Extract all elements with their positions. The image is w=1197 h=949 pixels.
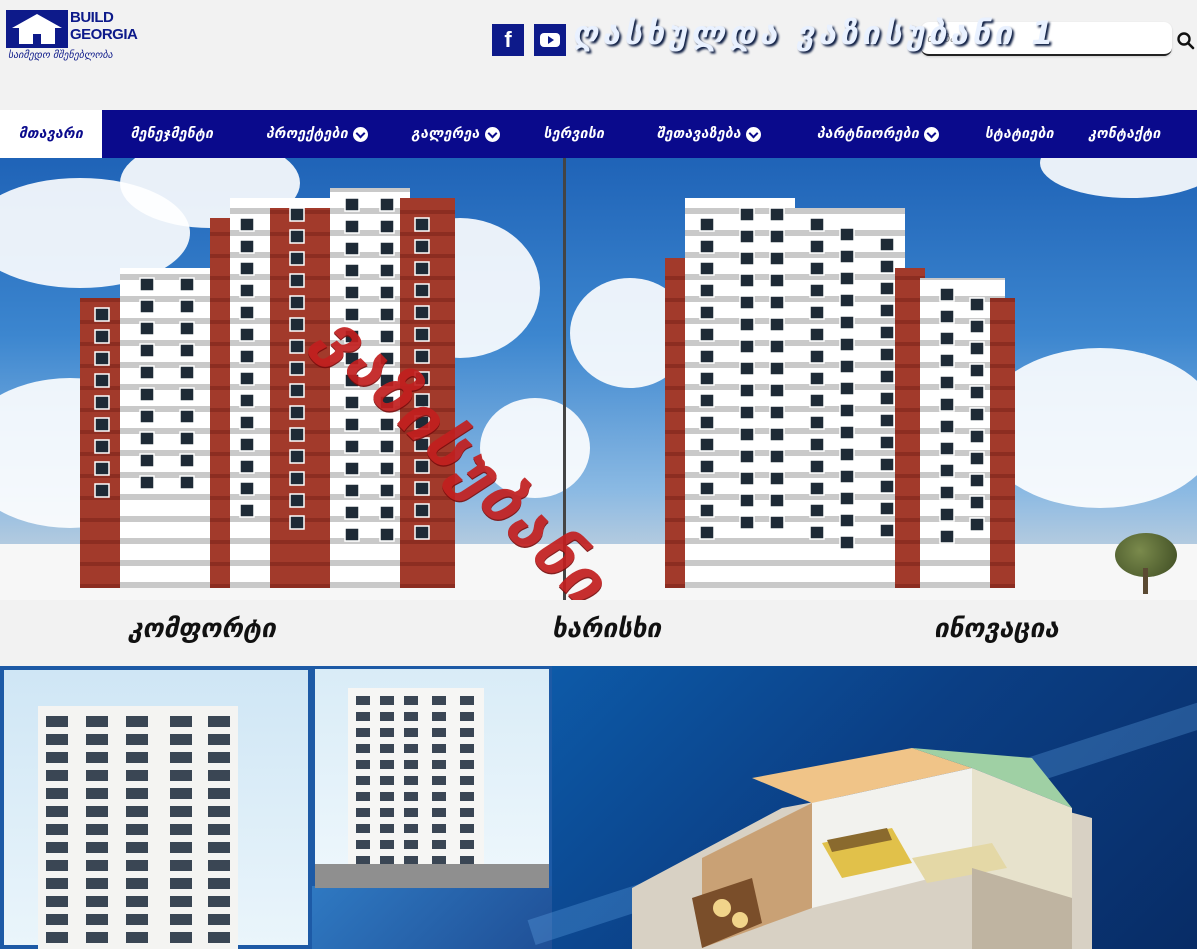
- nav-item-label: სტატიები: [984, 126, 1054, 142]
- chevron-down-icon: [353, 126, 369, 142]
- nav-item-home[interactable]: მთავარი: [0, 110, 102, 158]
- nav-item-label: მთავარი: [18, 126, 84, 142]
- tagline-quality: ხარისხი: [552, 614, 662, 644]
- nav-item-offer[interactable]: შეთავაზება: [629, 110, 789, 158]
- apartment-floorplan-illustration: [632, 748, 1092, 949]
- chevron-down-icon: [484, 126, 500, 142]
- building-windows: [94, 197, 985, 550]
- page: BUILD GEORGIA საიმედო მშენებლობა f მთავა…: [0, 0, 1197, 949]
- nav-item-service[interactable]: სერვისი: [519, 110, 629, 158]
- nav-item-articles[interactable]: სტატიები: [967, 110, 1072, 158]
- main-nav: მთავარი მენეჯმენტი პროექტები გალერეა სერ…: [0, 110, 1197, 158]
- logo-word-build: BUILD: [70, 9, 114, 26]
- search-button[interactable]: [1176, 28, 1196, 52]
- logo-word-georgia: GEORGIA: [70, 26, 138, 43]
- tagline-comfort: კომფორტი: [128, 614, 276, 644]
- nav-item-management[interactable]: მენეჯმენტი: [102, 110, 242, 158]
- logo-house-icon: [6, 10, 68, 48]
- nav-item-label: პროექტები: [265, 126, 349, 142]
- search-icon: [1177, 32, 1195, 50]
- logo-tagline: საიმედო მშენებლობა: [8, 50, 113, 61]
- site-logo[interactable]: BUILD GEORGIA საიმედო მშენებლობა: [6, 8, 146, 64]
- youtube-icon: [540, 33, 560, 47]
- hero-slider-image[interactable]: [0, 158, 1197, 600]
- facebook-icon: f: [504, 27, 512, 52]
- tagline-strip: კომფორტი ხარისხი ინოვაცია: [0, 600, 1197, 666]
- tagline-innovation: ინოვაცია: [934, 614, 1059, 644]
- nav-item-contact[interactable]: კონტაქტი: [1072, 110, 1177, 158]
- chevron-down-icon: [924, 126, 940, 142]
- nav-item-label: კონტაქტი: [1088, 126, 1161, 142]
- youtube-button[interactable]: [534, 24, 566, 56]
- nav-item-partners[interactable]: პარტნიორები: [789, 110, 967, 158]
- nav-item-label: სერვისი: [543, 126, 605, 142]
- nav-item-label: მენეჯმენტი: [130, 126, 214, 142]
- banner-title: ღასხულდა ვაზისუბანი 1: [572, 14, 1058, 52]
- nav-item-label: გალერეა: [411, 126, 480, 142]
- chevron-down-icon: [746, 126, 762, 142]
- nav-item-projects[interactable]: პროექტები: [242, 110, 392, 158]
- nav-item-label: პარტნიორები: [816, 126, 920, 142]
- nav-item-label: შეთავაზება: [656, 126, 742, 142]
- nav-item-gallery[interactable]: გალერეა: [392, 110, 519, 158]
- facebook-button[interactable]: f: [492, 24, 524, 56]
